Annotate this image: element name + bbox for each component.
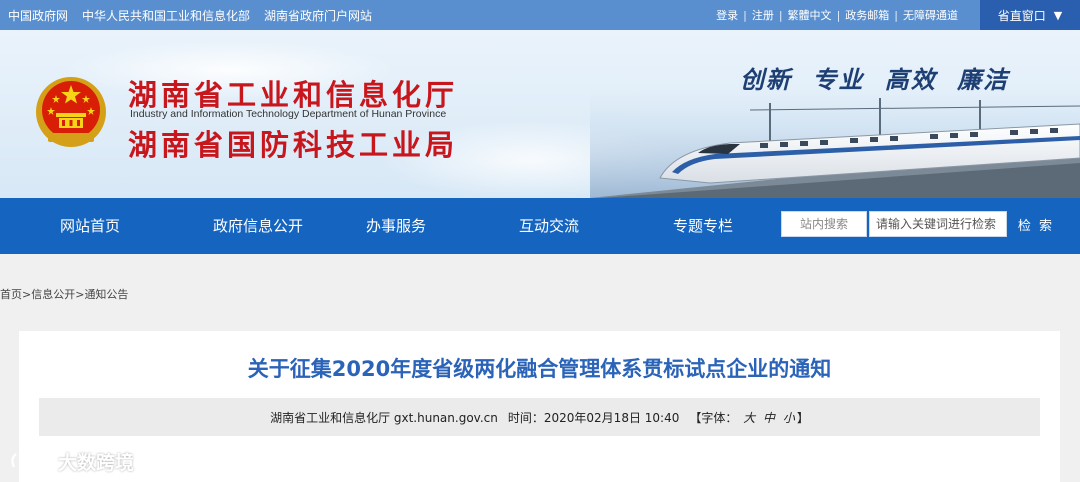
national-emblem-icon	[36, 77, 106, 147]
article-meta: 湖南省工业和信息化厅 gxt.hunan.gov.cn 时间：2020年02月1…	[39, 398, 1040, 436]
link-miit[interactable]: 中华人民共和国工业和信息化部	[82, 7, 250, 24]
watermark-text: 大数跨境	[58, 451, 135, 474]
top-utility-bar: 中国政府网 中华人民共和国工业和信息化部 湖南省政府门户网站 登录 | 注册 |…	[0, 0, 1080, 30]
provincial-window-label: 省直窗口	[997, 8, 1046, 23]
separator: |	[743, 8, 747, 22]
site-search-label: 站内搜索	[781, 211, 867, 237]
header-banner: 湖南省工业和信息化厅 Industry and Information Tech…	[0, 30, 1080, 198]
font-size-large[interactable]: 大	[743, 411, 755, 425]
time-label: 时间：	[507, 410, 544, 425]
account-links: 登录 | 注册 | 繁體中文 | 政务邮箱 | 无障碍通道	[716, 0, 958, 30]
dropdown-arrow-icon: ▼	[1053, 8, 1063, 22]
separator: |	[894, 8, 898, 22]
breadcrumb-notices[interactable]: 通知公告	[84, 288, 128, 301]
search-button[interactable]: 检 索	[1007, 211, 1065, 237]
article-time: 时间：2020年02月18日 10:40	[508, 409, 680, 426]
separator: |	[778, 8, 783, 22]
register-link[interactable]: 注册	[752, 7, 774, 23]
nav-item-home[interactable]: 网站首页	[60, 198, 120, 254]
nav-item-services[interactable]: 办事服务	[366, 198, 426, 254]
breadcrumb: 首页>信息公开>通知公告	[0, 286, 128, 302]
site-title-en: Industry and Information Technology Depa…	[130, 108, 447, 120]
font-size-label: 【字体：	[689, 410, 738, 425]
nav-item-special-topics[interactable]: 专题专栏	[673, 198, 733, 254]
provincial-window-dropdown[interactable]: 省直窗口 ▼	[980, 0, 1080, 30]
watermark: 大数跨境	[8, 448, 134, 474]
font-size-control: 【字体： 大 中 小】	[689, 409, 809, 426]
breadcrumb-info-public[interactable]: 信息公开	[31, 288, 75, 301]
separator: |	[836, 8, 841, 22]
traditional-chinese-link[interactable]: 繁體中文	[788, 7, 832, 23]
font-size-close: 】	[796, 410, 809, 425]
nav-item-interaction[interactable]: 互动交流	[519, 198, 579, 254]
article-title: 关于征集2020年度省级两化融合管理体系贯标试点企业的通知	[247, 357, 832, 381]
font-size-small[interactable]: 小	[783, 411, 795, 425]
login-link[interactable]: 登录	[716, 7, 738, 23]
font-size-medium[interactable]: 中	[763, 411, 775, 425]
gov-mail-link[interactable]: 政务邮箱	[845, 7, 889, 23]
link-hunan-gov[interactable]: 湖南省政府门户网站	[264, 7, 372, 24]
time-value: 2020年02月18日 10:40	[543, 410, 680, 425]
external-links: 中国政府网 中华人民共和国工业和信息化部 湖南省政府门户网站	[8, 0, 372, 30]
site-subtitle-cn: 湖南省国防科技工业局	[128, 128, 459, 162]
accessibility-link[interactable]: 无障碍通道	[903, 7, 958, 23]
article-card: 关于征集2020年度省级两化融合管理体系贯标试点企业的通知 湖南省工业和信息化厅…	[19, 331, 1060, 482]
bullet-train-image	[590, 88, 1080, 198]
link-gov-cn[interactable]: 中国政府网	[8, 7, 68, 24]
nav-item-gov-info[interactable]: 政府信息公开	[213, 198, 303, 254]
watermark-logo-icon	[11, 452, 51, 468]
article-source: 湖南省工业和信息化厅 gxt.hunan.gov.cn	[270, 410, 498, 425]
breadcrumb-home[interactable]: 首页	[0, 288, 22, 301]
breadcrumb-separator: >	[22, 288, 32, 301]
search-input[interactable]	[869, 211, 1007, 237]
